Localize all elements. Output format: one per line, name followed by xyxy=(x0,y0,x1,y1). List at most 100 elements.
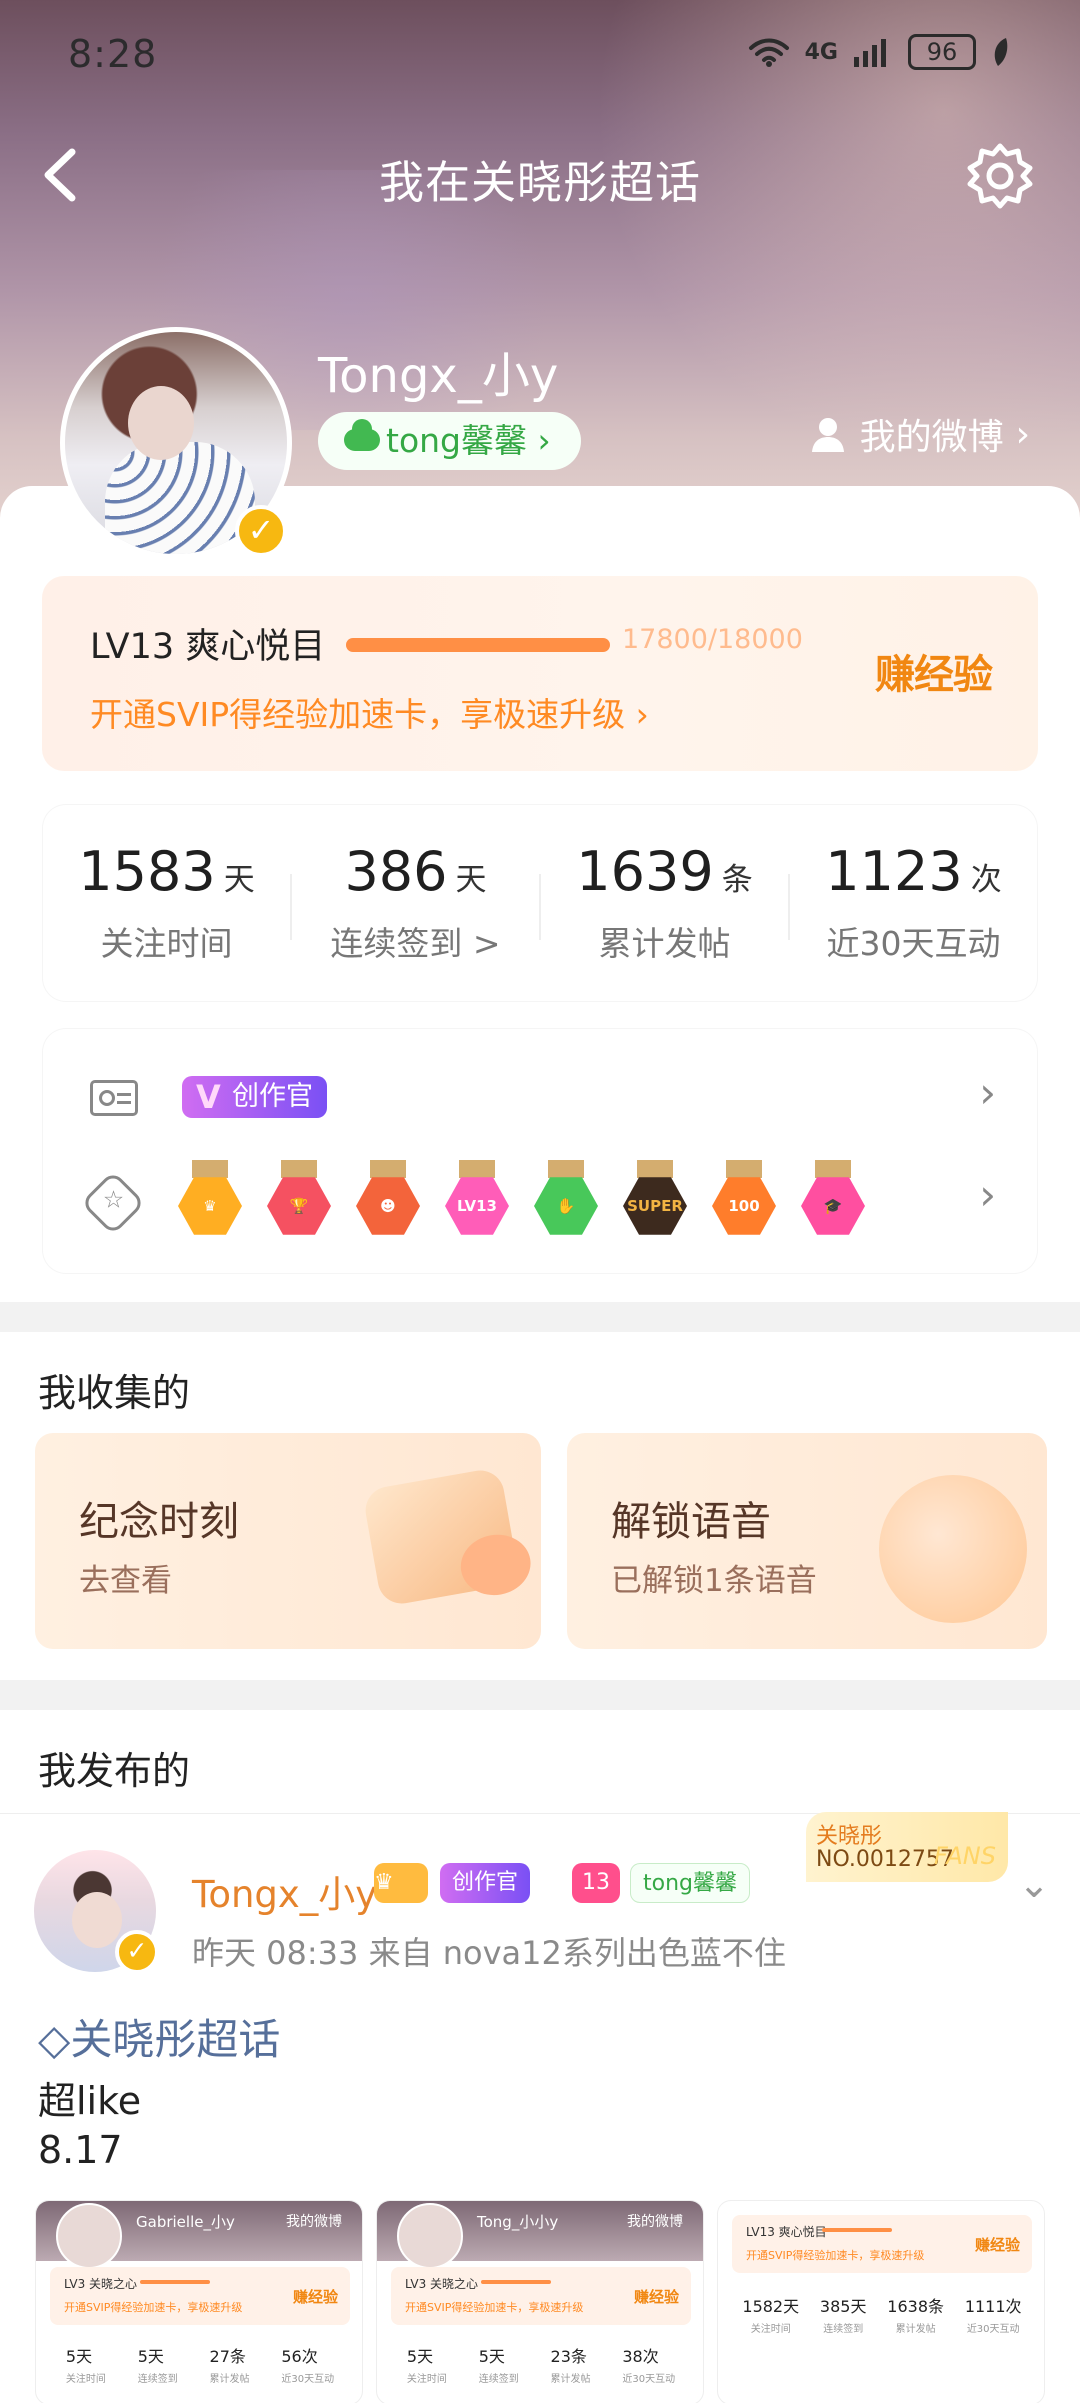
creator-badge[interactable]: 创作官 xyxy=(440,1863,531,1903)
collection-card-memories[interactable]: 纪念时刻 去查看 xyxy=(35,1433,541,1649)
thumb-stat-unit: 条 xyxy=(570,2347,587,2366)
thumb-stat-label: 近30天互动 xyxy=(281,2374,335,2385)
creator-badge[interactable]: 创作官 xyxy=(182,1076,327,1118)
post-image-thumbnail[interactable]: Gabrielle_小y 我的微博 LV3 关晓之心 开通SVIP得经验加速卡，享极… xyxy=(35,2200,363,2403)
thumbnail-level: LV13 爽心悦目 开通SVIP得经验加速卡，享极速升级 赚经验 xyxy=(732,2215,1032,2273)
my-weibo-link[interactable]: 我的微博 › xyxy=(808,406,1030,462)
thumb-stat-unit: 条 xyxy=(928,2297,945,2316)
topic-link[interactable]: ◇关晓彤超话 xyxy=(38,2006,280,2067)
stat-label: 近30天互动 xyxy=(826,924,1001,963)
svip-promo-link[interactable]: 开通SVIP得经验加速卡，享极速升级 › xyxy=(90,688,649,736)
thumb-stat-label: 累计发帖 xyxy=(550,2374,591,2385)
thumbnail-level-name: LV13 爽心悦目 xyxy=(746,2225,827,2239)
badge-crown[interactable]: ♛ xyxy=(174,1160,246,1242)
thumbnail-avatar xyxy=(397,2203,463,2269)
post-fan-tag[interactable]: tong馨馨 xyxy=(630,1863,750,1903)
badge-100-days[interactable]: 100 xyxy=(708,1160,780,1242)
thumbnail-header: Tong_小小y 我的微博 xyxy=(377,2201,703,2269)
thumbnail-progress-bar xyxy=(140,2280,210,2284)
thumb-stat-label: 近30天互动 xyxy=(622,2374,676,2385)
thumbnail-progress-bar xyxy=(481,2280,551,2284)
thumbnail-progress-bar xyxy=(822,2228,892,2232)
badge-trophy[interactable]: 🏆 xyxy=(263,1160,335,1242)
thumbnail-promo: 开通SVIP得经验加速卡，享极速升级 xyxy=(405,2301,584,2314)
avatar-clothing xyxy=(105,442,255,554)
post-image-thumbnail[interactable]: LV13 爽心悦目 开通SVIP得经验加速卡，享极速升级 赚经验 1582天 关注时间… xyxy=(717,2200,1045,2403)
badge-super[interactable]: SUPER xyxy=(619,1160,691,1242)
thumbnail-stat: 5天 关注时间 xyxy=(407,2343,447,2385)
badge-ribbon xyxy=(726,1160,762,1178)
fans-word: FANS xyxy=(933,1842,996,1870)
calendar-heart-icon xyxy=(361,1466,521,1608)
level-badge: 13 xyxy=(572,1863,620,1903)
thumb-stat-value: 385 xyxy=(819,2297,851,2316)
chevron-right-icon: › xyxy=(1015,413,1030,455)
thumbnail-name: Tong_小小y xyxy=(477,2213,559,2231)
chevron-right-icon[interactable]: › xyxy=(979,1170,996,1219)
trophy-icon: 🏆 xyxy=(267,1177,331,1235)
badge-ribbon xyxy=(370,1160,406,1178)
status-time: 8:28 xyxy=(68,32,158,76)
thumb-stat-value: 5 xyxy=(65,2347,77,2366)
stat-posts: 1639 条累计发帖 xyxy=(540,840,789,965)
thumbnail-level: LV3 关晓之心 开通SVIP得经验加速卡，享极速升级 赚经验 xyxy=(391,2267,691,2325)
thumbnail-stat: 385天连续签到 xyxy=(820,2293,867,2335)
thumbnail-stat: 5天 关注时间 xyxy=(66,2343,106,2385)
stat-follow-days: 1583 天关注时间 xyxy=(42,840,291,965)
stat-checkin-days[interactable]: 386 天连续签到 > xyxy=(291,840,540,965)
thumb-stat-value: 5 xyxy=(406,2347,418,2366)
battery-level: 96 xyxy=(926,38,958,66)
lv13-icon: LV13 xyxy=(445,1177,509,1235)
thumbnail-level-name: LV3 关晓之心 xyxy=(405,2277,479,2291)
collection-card-voice[interactable]: 解锁语音 已解锁1条语音 xyxy=(567,1433,1047,1649)
chevron-right-icon: › xyxy=(537,421,551,460)
badge-cap[interactable]: 🎓 xyxy=(797,1160,869,1242)
earn-exp-button[interactable]: 赚经验 xyxy=(875,642,993,700)
settings-gear-icon[interactable] xyxy=(962,138,1038,214)
stat-unit: 天 xyxy=(223,862,255,898)
crown-badge-icon: ♛ xyxy=(374,1863,428,1903)
topic-label: 关晓彤超话 xyxy=(70,2015,281,2064)
post-image-thumbnail[interactable]: Tong_小小y 我的微博 LV3 关晓之心 开通SVIP得经验加速卡，享极速升级 赚… xyxy=(376,2200,704,2403)
thumbnail-name: Gabrielle_小y xyxy=(136,2213,235,2231)
thumbnail-stats: 5天 关注时间 5天 连续签到 23条 累计发帖 38次 近30天互动 xyxy=(391,2343,691,2385)
thumb-stat-label: 近30天互动 xyxy=(966,2324,1020,2335)
thumb-stat-value: 1582 xyxy=(742,2297,784,2316)
badge-ribbon xyxy=(548,1160,584,1178)
fan-group-tag[interactable]: tong馨馨 › xyxy=(318,412,581,470)
badge-lv13[interactable]: LV13 xyxy=(441,1160,513,1242)
thumb-stat-value: 56 xyxy=(281,2347,302,2366)
thumb-stat-label: 连续签到 xyxy=(823,2324,864,2335)
badge-hand[interactable]: ✋ xyxy=(530,1160,602,1242)
fan-tag-label: tong馨馨 xyxy=(386,421,527,460)
thumb-stat-unit: 天 xyxy=(850,2297,867,2316)
diamond-icon: ◇ xyxy=(38,2015,71,2064)
cartoon-icon: ☻ xyxy=(356,1177,420,1235)
page-title: 我在关晓彤超话 xyxy=(378,156,701,209)
badge-cartoon[interactable]: ☻ xyxy=(352,1160,424,1242)
collections-title: 我收集的 xyxy=(38,1371,191,1415)
thumbnail-header: Gabrielle_小y 我的微博 xyxy=(36,2201,362,2269)
thumbnail-level-name: LV3 关晓之心 xyxy=(64,2277,138,2291)
thumb-stat-label: 关注时间 xyxy=(406,2374,447,2385)
badge-ribbon xyxy=(281,1160,317,1178)
thumbnail-stat: 23条 累计发帖 xyxy=(551,2343,591,2385)
thumbnail-stat: 1111次 近30天互动 xyxy=(965,2293,1022,2335)
profile-username: Tongx_小y xyxy=(318,348,559,404)
thumbnail-stat: 1638条 累计发帖 xyxy=(887,2293,944,2335)
avatar-face xyxy=(128,386,194,460)
chevron-down-icon[interactable]: ⌄ xyxy=(1018,1862,1050,1906)
thumbnail-avatar xyxy=(56,2203,122,2269)
stat-label: 关注时间 xyxy=(100,924,233,963)
fans-number-card[interactable]: 关晓彤 NO.0012757 FANS xyxy=(806,1812,1008,1882)
collection-title: 纪念时刻 xyxy=(79,1499,239,1545)
level-card[interactable]: LV13 爽心悦目 17800/18000 开通SVIP得经验加速卡，享极速升级… xyxy=(42,576,1038,771)
battery-indicator: 96 xyxy=(908,34,976,70)
chevron-right-icon[interactable]: › xyxy=(979,1068,996,1117)
post-author[interactable]: Tongx_小y xyxy=(192,1864,377,1918)
badge-ribbon xyxy=(637,1160,673,1178)
thumb-stat-unit: 次 xyxy=(301,2347,318,2366)
level-progress-value: 17800/18000 xyxy=(622,624,803,655)
thumb-stat-label: 累计发帖 xyxy=(209,2374,250,2385)
thumb-stat-value: 1638 xyxy=(887,2297,928,2316)
